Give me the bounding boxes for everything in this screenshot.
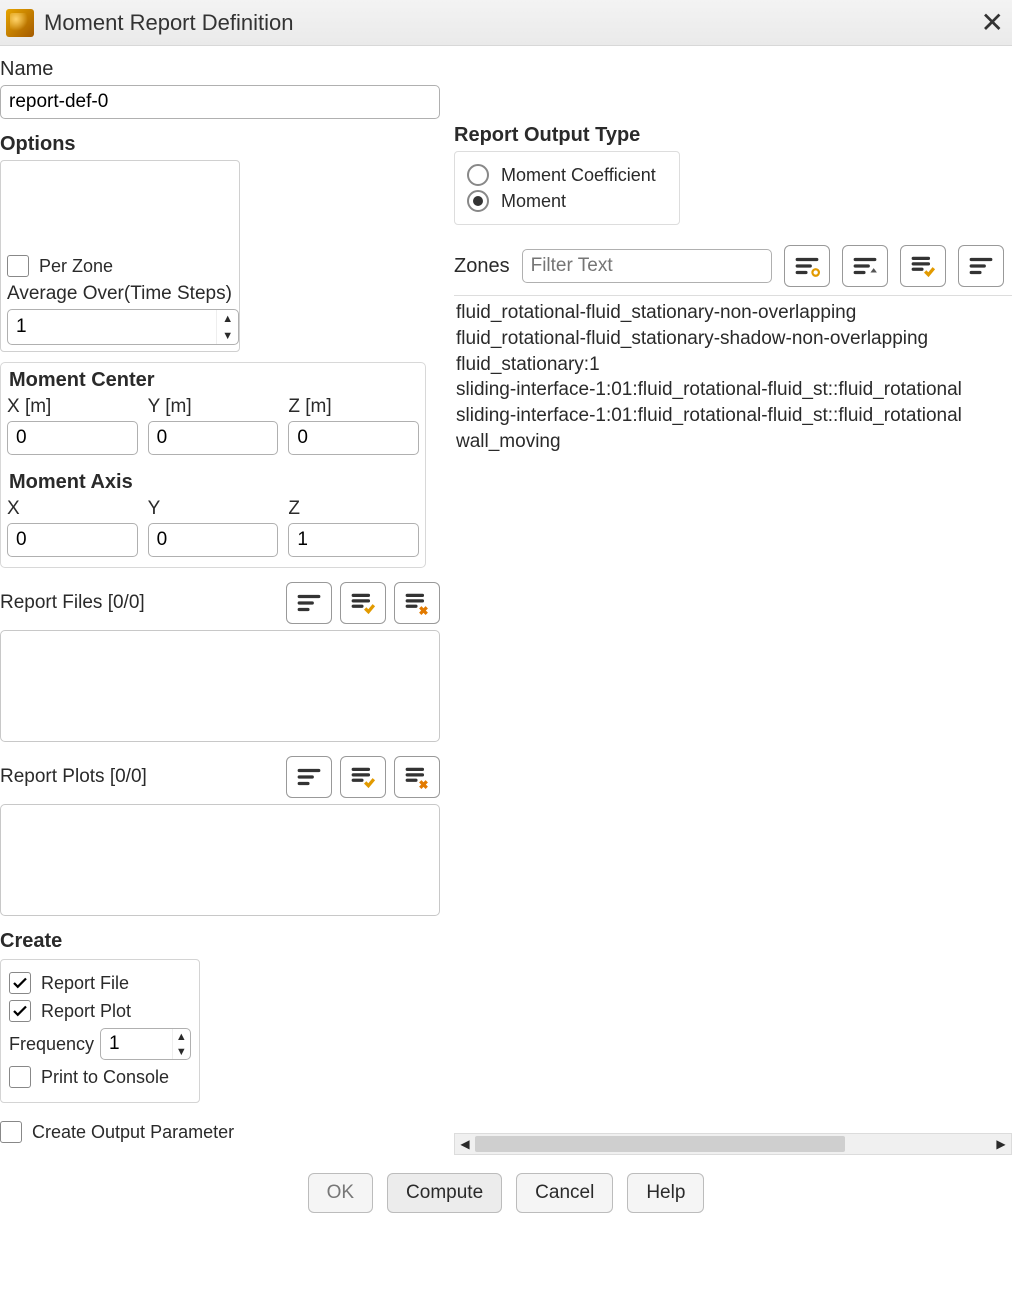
report-files-select-all-icon[interactable] xyxy=(340,582,386,624)
mc-x-label: X [m] xyxy=(7,396,138,418)
create-output-param-label: Create Output Parameter xyxy=(32,1122,234,1143)
zones-horizontal-scrollbar[interactable]: ◀ ▶ xyxy=(454,1133,1012,1155)
options-heading: Options xyxy=(0,133,452,156)
mc-z-label: Z [m] xyxy=(288,396,419,418)
zones-label: Zones xyxy=(454,255,510,278)
create-output-param-checkbox[interactable] xyxy=(0,1121,22,1143)
report-files-heading: Report Files [0/0] xyxy=(0,592,145,614)
frequency-input[interactable] xyxy=(101,1029,172,1059)
mc-y-label: Y [m] xyxy=(148,396,279,418)
close-icon[interactable]: ✕ xyxy=(977,6,1008,39)
spinner-down-icon[interactable]: ▼ xyxy=(173,1044,190,1059)
report-files-list-icon[interactable] xyxy=(286,582,332,624)
moment-axis-heading: Moment Axis xyxy=(7,465,419,498)
create-heading: Create xyxy=(0,930,452,953)
zone-item[interactable]: sliding-interface-1:01:fluid_rotational-… xyxy=(454,377,1012,403)
zones-select-all-icon[interactable] xyxy=(900,245,946,287)
report-plot-checkbox[interactable] xyxy=(9,1000,31,1022)
print-console-checkbox[interactable] xyxy=(9,1066,31,1088)
zones-filter-input[interactable] xyxy=(522,249,772,283)
report-file-label: Report File xyxy=(41,973,129,994)
report-plots-list-icon[interactable] xyxy=(286,756,332,798)
radio-moment-coeff-label: Moment Coefficient xyxy=(501,165,656,186)
report-files-list[interactable] xyxy=(0,630,440,742)
per-zone-label: Per Zone xyxy=(39,256,113,277)
frequency-spinner[interactable]: ▲▼ xyxy=(100,1028,191,1060)
zone-item[interactable]: fluid_stationary:1 xyxy=(454,352,1012,378)
frequency-label: Frequency xyxy=(9,1034,94,1055)
zones-sort-icon[interactable] xyxy=(842,245,888,287)
mc-x-input[interactable] xyxy=(7,421,138,455)
report-file-checkbox[interactable] xyxy=(9,972,31,994)
spinner-up-icon[interactable]: ▲ xyxy=(217,310,238,327)
compute-button[interactable]: Compute xyxy=(387,1173,502,1213)
zones-list[interactable]: fluid_rotational-fluid_stationary-non-ov… xyxy=(454,295,1012,455)
ma-z-input[interactable] xyxy=(288,523,419,557)
ma-y-input[interactable] xyxy=(148,523,279,557)
avg-over-spinner[interactable]: ▲▼ xyxy=(7,309,239,345)
avg-over-label: Average Over(Time Steps) xyxy=(7,283,233,305)
report-files-deselect-all-icon[interactable] xyxy=(394,582,440,624)
help-button[interactable]: Help xyxy=(627,1173,704,1213)
zone-item[interactable]: fluid_rotational-fluid_stationary-non-ov… xyxy=(454,300,1012,326)
report-plots-deselect-all-icon[interactable] xyxy=(394,756,440,798)
spinner-up-icon[interactable]: ▲ xyxy=(173,1029,190,1044)
app-icon xyxy=(6,9,34,37)
report-plots-select-all-icon[interactable] xyxy=(340,756,386,798)
scroll-right-icon[interactable]: ▶ xyxy=(991,1134,1011,1154)
radio-moment-coeff[interactable]: Moment Coefficient xyxy=(467,164,667,186)
moment-center-heading: Moment Center xyxy=(7,363,419,396)
zone-item[interactable]: sliding-interface-1:01:fluid_rotational-… xyxy=(454,403,1012,429)
mc-z-input[interactable] xyxy=(288,421,419,455)
scroll-thumb[interactable] xyxy=(475,1136,845,1152)
avg-over-input[interactable] xyxy=(8,310,216,344)
report-plot-label: Report Plot xyxy=(41,1001,131,1022)
name-label: Name xyxy=(0,58,452,81)
ma-x-label: X xyxy=(7,498,138,520)
ok-button[interactable]: OK xyxy=(308,1173,373,1213)
zones-filter-options-icon[interactable] xyxy=(784,245,830,287)
report-plots-list[interactable] xyxy=(0,804,440,916)
ma-y-label: Y xyxy=(148,498,279,520)
ma-z-label: Z xyxy=(288,498,419,520)
radio-moment[interactable]: Moment xyxy=(467,190,667,212)
scroll-left-icon[interactable]: ◀ xyxy=(455,1134,475,1154)
options-panel: Per Zone Average Over(Time Steps) ▲▼ xyxy=(0,160,240,352)
zone-item[interactable]: fluid_rotational-fluid_stationary-shadow… xyxy=(454,326,1012,352)
zones-more-icon[interactable] xyxy=(958,245,1004,287)
output-type-heading: Report Output Type xyxy=(454,124,1012,147)
zone-item[interactable]: wall_moving xyxy=(454,429,1012,455)
cancel-button[interactable]: Cancel xyxy=(516,1173,613,1213)
mc-y-input[interactable] xyxy=(148,421,279,455)
window-title: Moment Report Definition xyxy=(44,10,293,36)
per-zone-checkbox[interactable] xyxy=(7,255,29,277)
print-console-label: Print to Console xyxy=(41,1067,169,1088)
ma-x-input[interactable] xyxy=(7,523,138,557)
spinner-down-icon[interactable]: ▼ xyxy=(217,327,238,344)
radio-moment-label: Moment xyxy=(501,191,566,212)
report-plots-heading: Report Plots [0/0] xyxy=(0,766,147,788)
name-input[interactable] xyxy=(0,85,440,119)
